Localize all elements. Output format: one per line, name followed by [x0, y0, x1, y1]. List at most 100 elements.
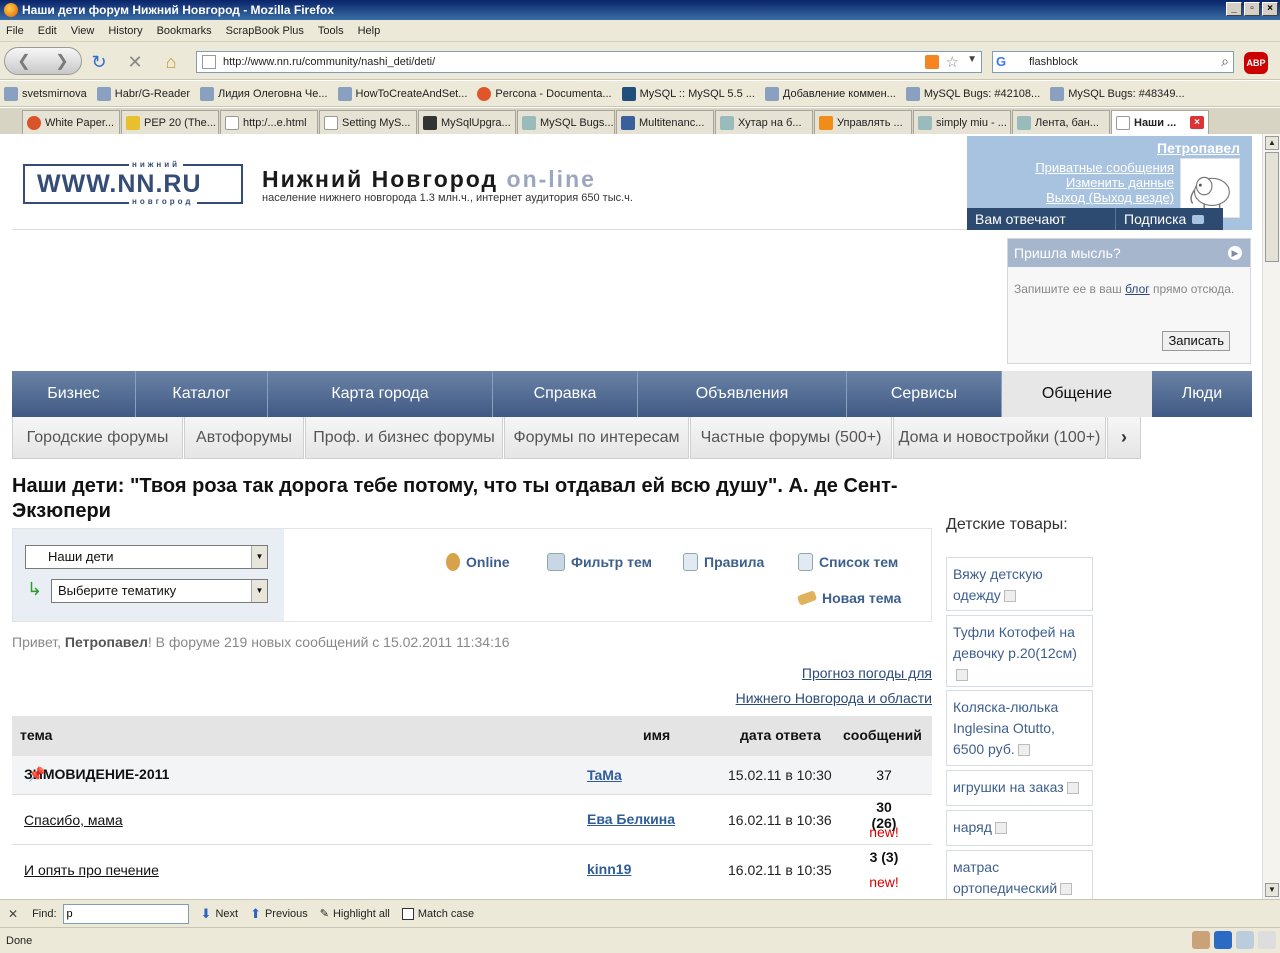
site-logo[interactable]: нижний WWW.NN.RU новгород	[23, 161, 243, 206]
write-button[interactable]: Записать	[1162, 331, 1230, 351]
topic-link[interactable]: Спасибо, мама	[24, 812, 123, 828]
browser-tab[interactable]: MySQL Bugs...	[517, 110, 615, 134]
subnav-private-forums[interactable]: Частные форумы (500+)	[690, 417, 892, 459]
url-bar[interactable]: http://www.nn.ru/community/nashi_deti/de…	[196, 51, 982, 73]
bookmark-item[interactable]: Лидия Олеговна Че...	[200, 86, 328, 101]
forward-icon[interactable]: ❯	[55, 51, 68, 71]
nav-people[interactable]: Люди	[1152, 371, 1252, 417]
bookmark-item[interactable]: MySQL :: MySQL 5.5 ...	[621, 86, 755, 101]
product-item[interactable]: Вяжу детскую одежду	[946, 557, 1093, 611]
author-link[interactable]: Ева Белкина	[587, 811, 675, 827]
addon-icon[interactable]	[1236, 931, 1254, 949]
browser-tab[interactable]: MySqlUpgra...	[418, 110, 516, 134]
match-case-checkbox[interactable]: Match case	[401, 907, 474, 920]
nav-city-map[interactable]: Карта города	[268, 371, 493, 417]
rss-icon[interactable]	[925, 55, 939, 69]
url-text[interactable]: http://www.nn.ru/community/nashi_deti/de…	[223, 56, 435, 68]
product-item[interactable]: матрас ортопедический	[946, 850, 1093, 899]
logout-link[interactable]: Выход (Выход везде)	[1035, 190, 1174, 205]
product-item[interactable]: наряд	[946, 810, 1093, 846]
arrow-right-icon[interactable]: ▶	[1228, 246, 1242, 260]
search-input[interactable]: flashblock	[1029, 56, 1078, 68]
scroll-thumb[interactable]	[1265, 152, 1279, 262]
col-date[interactable]: дата ответа	[740, 727, 821, 743]
chevron-down-icon[interactable]: ▼	[251, 546, 267, 568]
browser-tab[interactable]: PEP 20 (The...	[121, 110, 219, 134]
menu-file[interactable]: File	[6, 25, 24, 37]
subscription-tab[interactable]: Подписка	[1115, 208, 1205, 230]
rules-link[interactable]: Правила	[683, 553, 764, 571]
subnav-auto-forums[interactable]: Автофорумы	[184, 417, 304, 459]
find-next-button[interactable]: ⬇ Next	[201, 906, 239, 922]
nav-ads[interactable]: Объявления	[638, 371, 847, 417]
close-tab-icon[interactable]: ×	[1190, 116, 1204, 129]
private-messages-link[interactable]: Приватные сообщения	[1035, 160, 1174, 175]
edit-profile-link[interactable]: Изменить данные	[1035, 175, 1174, 190]
replies-tab[interactable]: Вам отвечают	[967, 211, 1115, 227]
theme-select[interactable]: Выберите тематику ▼	[51, 579, 268, 603]
nav-business[interactable]: Бизнес	[12, 371, 136, 417]
menu-help[interactable]: Help	[358, 25, 381, 37]
browser-tab[interactable]: Хутар на б...	[715, 110, 813, 134]
product-item[interactable]: Коляска-люлька Inglesina Otutto, 6500 ру…	[946, 690, 1093, 766]
vertical-scrollbar[interactable]: ▲ ▼	[1262, 134, 1280, 899]
subnav-houses-forums[interactable]: Дома и новостройки (100+)	[893, 417, 1106, 459]
browser-tab-active[interactable]: Наши ... ×	[1111, 110, 1209, 134]
browser-tab[interactable]: simply miu - ...	[913, 110, 1011, 134]
bookmark-item[interactable]: MySQL Bugs: #42108...	[905, 86, 1040, 101]
back-forward-buttons[interactable]: ❮ ❯	[4, 47, 82, 75]
col-count[interactable]: сообщений	[843, 727, 922, 743]
menu-bookmarks[interactable]: Bookmarks	[157, 25, 212, 37]
menu-tools[interactable]: Tools	[318, 25, 344, 37]
nav-catalog[interactable]: Каталог	[136, 371, 268, 417]
close-find-icon[interactable]: ✕	[8, 907, 18, 921]
bookmark-item[interactable]: MySQL Bugs: #48349...	[1050, 86, 1185, 101]
weather-link[interactable]: Прогноз погоды для	[802, 665, 932, 681]
browser-tab[interactable]: White Paper...	[22, 110, 120, 134]
bookmark-item[interactable]: Добавление коммен...	[764, 86, 896, 101]
browser-tab[interactable]: Multitenanc...	[616, 110, 714, 134]
search-icon[interactable]: ⌕	[1221, 53, 1229, 70]
checkbox-icon[interactable]	[401, 907, 414, 920]
menu-view[interactable]: View	[71, 25, 95, 37]
username-link[interactable]: Петропавел	[1157, 140, 1240, 156]
product-item[interactable]: игрушки на заказ	[946, 770, 1093, 806]
chevron-down-icon[interactable]: ▼	[251, 580, 267, 602]
home-icon[interactable]: ⌂	[160, 51, 182, 73]
adblock-icon[interactable]: ABP	[1244, 52, 1268, 74]
menu-history[interactable]: History	[108, 25, 142, 37]
subnav-interest-forums[interactable]: Форумы по интересам	[504, 417, 689, 459]
nav-services[interactable]: Сервисы	[847, 371, 1002, 417]
search-bar[interactable]: G flashblock ⌕	[992, 51, 1234, 73]
skype-icon[interactable]	[1214, 931, 1232, 949]
reload-icon[interactable]: ↻	[88, 51, 110, 73]
nav-communication[interactable]: Общение	[1002, 371, 1152, 417]
new-badge[interactable]: new!	[862, 824, 906, 840]
col-topic[interactable]: тема	[20, 727, 52, 743]
filter-topics-link[interactable]: Фильтр тем	[547, 553, 652, 571]
blog-link[interactable]: блог	[1125, 282, 1150, 296]
scroll-up-icon[interactable]: ▲	[1265, 136, 1279, 150]
menu-edit[interactable]: Edit	[38, 25, 57, 37]
close-window-button[interactable]: ×	[1262, 2, 1278, 16]
find-input[interactable]	[62, 903, 189, 924]
online-link[interactable]: Online	[446, 553, 510, 571]
menu-scrapbook[interactable]: ScrapBook Plus	[226, 25, 304, 37]
new-topic-link[interactable]: Новая тема	[796, 590, 901, 606]
maximize-button[interactable]: ▫	[1244, 2, 1260, 16]
subnav-business-forums[interactable]: Проф. и бизнес форумы	[305, 417, 503, 459]
forum-select[interactable]: Наши дети ▼	[25, 545, 268, 569]
cookie-icon[interactable]	[1192, 931, 1210, 949]
new-badge[interactable]: new!	[862, 874, 906, 890]
google-icon[interactable]: G	[996, 54, 1012, 70]
subnav-city-forums[interactable]: Городские форумы	[12, 417, 183, 459]
stop-icon[interactable]: ✕	[124, 51, 146, 73]
topic-list-link[interactable]: Список тем	[798, 553, 898, 571]
back-icon[interactable]: ❮	[17, 51, 30, 71]
bookmark-item[interactable]: HowToCreateAndSet...	[337, 86, 467, 101]
weather-link-2[interactable]: Нижнего Новгорода и области	[736, 690, 932, 706]
browser-tab[interactable]: http:/...e.html	[220, 110, 318, 134]
browser-tab[interactable]: Лента, бан...	[1012, 110, 1110, 134]
chevron-right-icon[interactable]: ›	[1107, 417, 1141, 459]
topic-link[interactable]: И опять про печение	[24, 862, 159, 878]
